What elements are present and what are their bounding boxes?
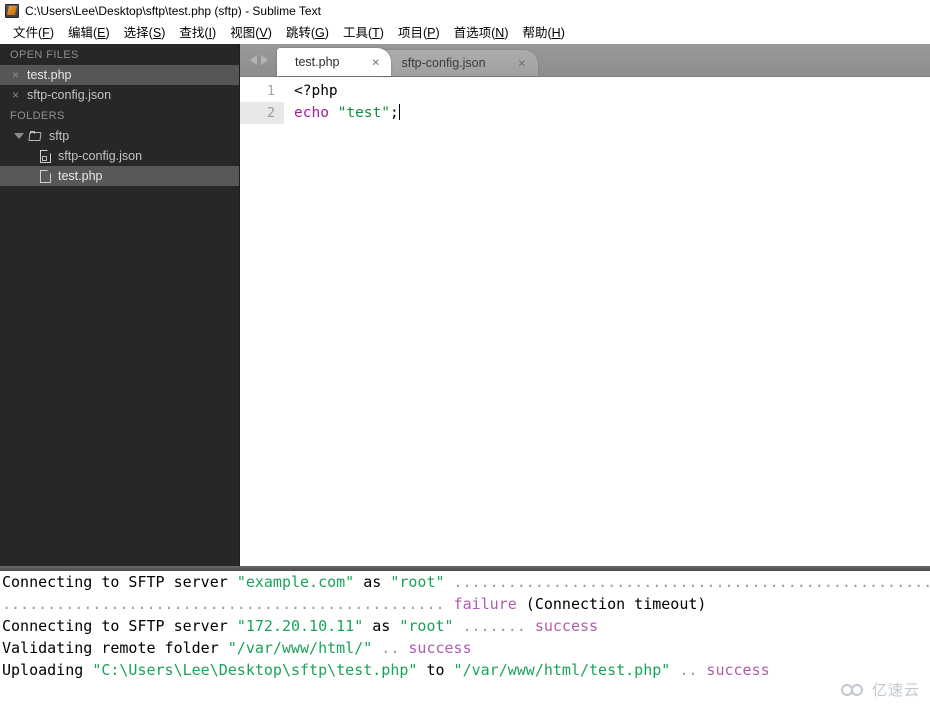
tree-item-label: sftp [49, 129, 70, 143]
open-files-list: × test.php × sftp-config.json [0, 65, 239, 105]
folders-list: sftp sftp-config.json test.php [0, 126, 239, 186]
open-folder-icon [29, 130, 43, 142]
tabs-container: test.php × sftp-config.json × [277, 48, 538, 76]
tab-bar: test.php × sftp-config.json × [240, 44, 930, 77]
menu-tools[interactable]: 工具(T) [336, 22, 391, 44]
menu-file[interactable]: 文件(F) [6, 22, 61, 44]
console-segment: success [706, 661, 770, 679]
console-line: Uploading "C:\Users\Lee\Desktop\sftp\tes… [0, 659, 930, 681]
open-files-header: OPEN FILES [10, 49, 79, 61]
cloud-icon [840, 682, 867, 697]
console-segment: ........................................… [2, 595, 454, 613]
code-token: ; [390, 105, 399, 121]
console-segment: "/var/www/html/test.php" [453, 661, 671, 679]
console-segment: failure [453, 595, 517, 613]
close-icon[interactable]: × [10, 89, 21, 101]
console-segment: "/var/www/html/" [227, 639, 373, 657]
editor-tab[interactable]: test.php × [277, 48, 392, 76]
console-segment: Uploading [2, 661, 93, 679]
menu-preferences[interactable]: 首选项(N) [447, 22, 516, 44]
console-segment: as [354, 573, 391, 591]
tab-navigation [240, 44, 277, 76]
line-number: 2 [240, 102, 284, 124]
console-segment: as [363, 617, 400, 635]
console-segment: .. [670, 661, 707, 679]
console-segment: Connecting to SFTP server [2, 617, 237, 635]
open-file-item[interactable]: × sftp-config.json [0, 85, 239, 105]
line-number: 1 [266, 83, 275, 99]
menu-find[interactable]: 查找(I) [172, 22, 223, 44]
folder-item[interactable]: sftp [0, 126, 239, 146]
console-segment: ....... [453, 617, 535, 635]
tab-close-icon[interactable]: × [372, 56, 380, 69]
line-number-gutter: 12 [240, 77, 284, 566]
code-token: echo [294, 105, 329, 121]
disclosure-triangle-icon[interactable] [14, 133, 24, 139]
menu-bar: 文件(F) 编辑(E) 选择(S) 查找(I) 视图(V) 跳转(G) 工具(T) 项目(P)… [0, 22, 930, 44]
file-icon [40, 169, 51, 183]
open-file-item[interactable]: × test.php [0, 65, 239, 85]
prev-tab-arrow-icon[interactable] [250, 55, 257, 65]
menu-project[interactable]: 项目(P) [391, 22, 447, 44]
window-title: C:\Users\Lee\Desktop\sftp\test.php (sftp… [25, 4, 321, 18]
sublime-text-icon [5, 4, 19, 18]
sublime-text-window: C:\Users\Lee\Desktop\sftp\test.php (sftp… [0, 0, 930, 708]
file-item[interactable]: test.php [0, 166, 239, 186]
console-segment: to [417, 661, 454, 679]
editor-column: test.php × sftp-config.json × 12 <?php echo … [240, 44, 930, 566]
tab-label: test.php [295, 55, 340, 69]
tree-item-label: sftp-config.json [58, 149, 143, 163]
console-segment: success [534, 617, 599, 635]
menu-edit[interactable]: 编辑(E) [61, 22, 117, 44]
title-bar: C:\Users\Lee\Desktop\sftp\test.php (sftp… [0, 0, 930, 22]
editor-tab[interactable]: sftp-config.json × [383, 50, 538, 76]
console-segment: ........................................… [444, 573, 930, 591]
close-icon[interactable]: × [10, 69, 21, 81]
main-area: OPEN FILES × test.php × sftp-config.json FO… [0, 44, 930, 566]
code-token: "test" [337, 105, 391, 121]
json-file-icon [40, 149, 51, 163]
sidebar-scrollbar[interactable] [235, 44, 239, 566]
watermark-text: 亿速云 [871, 681, 920, 699]
tab-label: sftp-config.json [401, 56, 486, 70]
console-segment: "172.20.10.11" [236, 617, 364, 635]
console-line: Connecting to SFTP server "example.com" … [0, 571, 930, 593]
menu-selection[interactable]: 选择(S) [117, 22, 173, 44]
folders-header: FOLDERS [10, 110, 65, 122]
next-tab-arrow-icon[interactable] [261, 55, 268, 65]
open-file-label: test.php [27, 68, 72, 82]
code-editor[interactable]: 12 <?php echo "test"; [240, 77, 930, 566]
sidebar: OPEN FILES × test.php × sftp-config.json FO… [0, 44, 240, 566]
console-segment: Connecting to SFTP server [2, 573, 237, 591]
code-line: <?php [294, 80, 930, 102]
menu-view[interactable]: 视图(V) [223, 22, 279, 44]
open-file-label: sftp-config.json [27, 88, 112, 102]
tree-item-label: test.php [58, 169, 103, 183]
watermark: 亿速云 [840, 679, 920, 700]
code-token: <?php [294, 83, 338, 99]
console-line: ........................................… [0, 593, 930, 615]
tab-close-icon[interactable]: × [518, 57, 526, 70]
console-segment: "root" [399, 617, 454, 635]
file-item[interactable]: sftp-config.json [0, 146, 239, 166]
code-line: echo "test"; [294, 102, 930, 124]
console-segment: "root" [390, 573, 445, 591]
text-caret [398, 104, 400, 120]
console-segment: .. [372, 639, 409, 657]
code-content[interactable]: <?php echo "test"; [284, 77, 930, 566]
menu-help[interactable]: 帮助(H) [516, 22, 572, 44]
console-segment: success [408, 639, 472, 657]
console-segment: (Connection timeout) [516, 595, 707, 613]
console-segment: Validating remote folder [2, 639, 228, 657]
console-segment: "C:\Users\Lee\Desktop\sftp\test.php" [92, 661, 418, 679]
console-line: Validating remote folder "/var/www/html/… [0, 637, 930, 659]
console-segment: "example.com" [236, 573, 355, 591]
sftp-console-panel[interactable]: Connecting to SFTP server "example.com" … [0, 571, 930, 708]
menu-goto[interactable]: 跳转(G) [279, 22, 336, 44]
console-line: Connecting to SFTP server "172.20.10.11"… [0, 615, 930, 637]
